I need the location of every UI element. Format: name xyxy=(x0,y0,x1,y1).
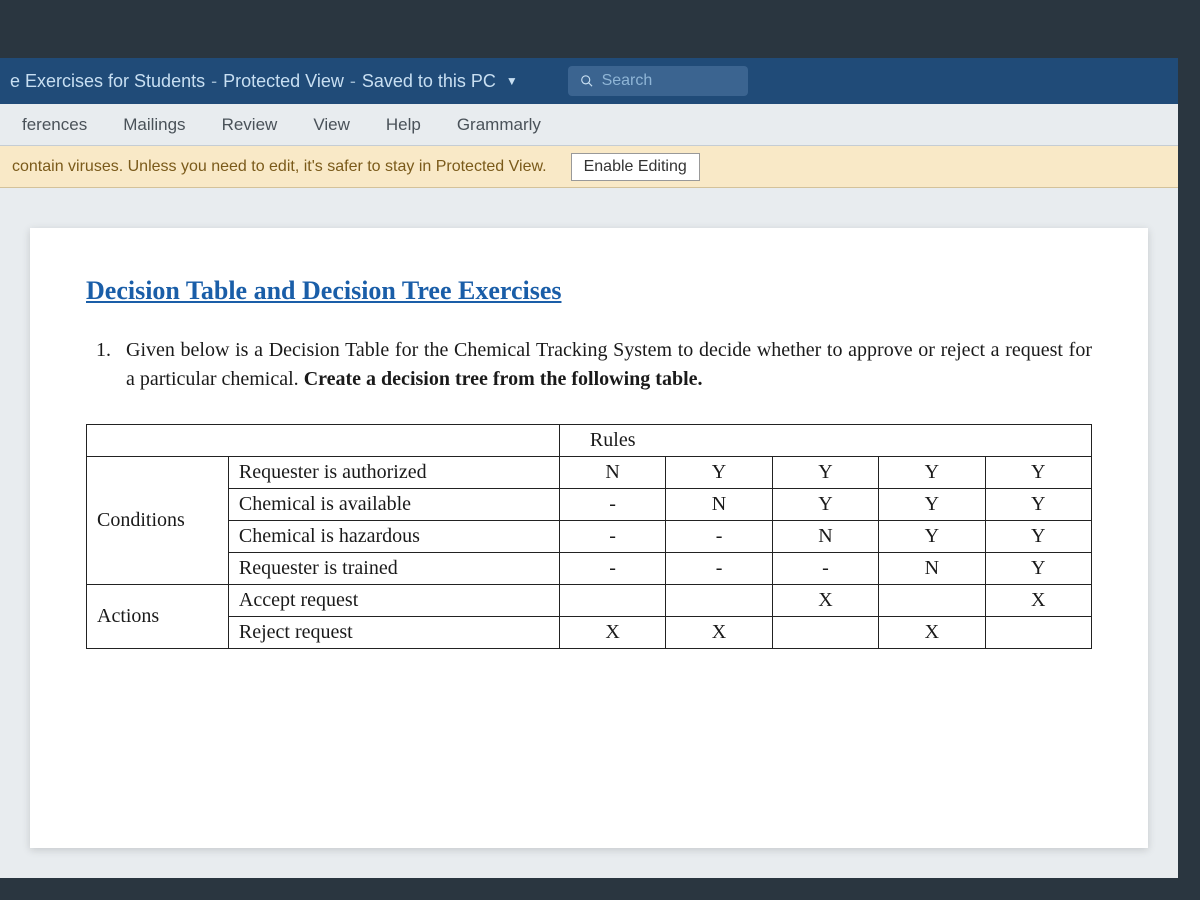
table-cell: N xyxy=(559,457,665,489)
word-app-window: e Exercises for Students - Protected Vie… xyxy=(0,58,1178,878)
title-separator: - xyxy=(211,71,217,92)
search-box[interactable] xyxy=(568,66,748,96)
tab-view[interactable]: View xyxy=(295,104,368,145)
table-cell: Y xyxy=(879,521,985,553)
table-cell: - xyxy=(559,521,665,553)
table-cell: Y xyxy=(772,457,878,489)
question-text-bold: Create a decision tree from the followin… xyxy=(304,368,703,390)
table-cell: - xyxy=(559,553,665,585)
table-cell xyxy=(879,585,985,617)
table-row: Reject request X X X xyxy=(87,617,1092,649)
enable-editing-button[interactable]: Enable Editing xyxy=(571,153,700,181)
tab-references[interactable]: ferences xyxy=(4,104,105,145)
table-cell: Y xyxy=(666,457,772,489)
search-input[interactable] xyxy=(602,72,736,90)
table-cell: X xyxy=(772,585,878,617)
decision-table: Rules Conditions Requester is authorized… xyxy=(86,424,1092,649)
condition-label: Requester is trained xyxy=(228,553,559,585)
document-heading: Decision Table and Decision Tree Exercis… xyxy=(86,276,1092,306)
document-page: Decision Table and Decision Tree Exercis… xyxy=(30,228,1148,848)
document-area: Decision Table and Decision Tree Exercis… xyxy=(0,188,1178,878)
table-cell: N xyxy=(772,521,878,553)
table-cell: - xyxy=(666,553,772,585)
table-cell: - xyxy=(666,521,772,553)
condition-label: Chemical is hazardous xyxy=(228,521,559,553)
table-cell: Y xyxy=(985,457,1091,489)
condition-label: Requester is authorized xyxy=(228,457,559,489)
table-cell: Y xyxy=(985,553,1091,585)
action-label: Accept request xyxy=(228,585,559,617)
table-cell xyxy=(985,617,1091,649)
table-cell: Y xyxy=(985,521,1091,553)
action-label: Reject request xyxy=(228,617,559,649)
tab-mailings[interactable]: Mailings xyxy=(105,104,203,145)
table-row: Actions Accept request X X xyxy=(87,585,1092,617)
actions-group-label: Actions xyxy=(87,585,229,649)
table-cell: X xyxy=(985,585,1091,617)
table-cell: Y xyxy=(985,489,1091,521)
table-cell-empty xyxy=(87,425,560,457)
title-separator: - xyxy=(350,71,356,92)
table-cell: Y xyxy=(772,489,878,521)
tab-review[interactable]: Review xyxy=(204,104,296,145)
protected-view-bar: contain viruses. Unless you need to edit… xyxy=(0,146,1178,188)
chevron-down-icon[interactable]: ▼ xyxy=(506,74,518,88)
conditions-group-label: Conditions xyxy=(87,457,229,585)
document-title: e Exercises for Students - Protected Vie… xyxy=(10,71,518,92)
table-row: Conditions Requester is authorized N Y Y… xyxy=(87,457,1092,489)
table-cell: Y xyxy=(879,489,985,521)
table-cell xyxy=(666,585,772,617)
table-cell: - xyxy=(772,553,878,585)
question-paragraph: 1.Given below is a Decision Table for th… xyxy=(126,336,1092,394)
title-bar: e Exercises for Students - Protected Vie… xyxy=(0,58,1178,104)
search-icon xyxy=(580,73,594,89)
table-row: Requester is trained - - - N Y xyxy=(87,553,1092,585)
table-cell xyxy=(559,585,665,617)
doc-name-text: e Exercises for Students xyxy=(10,71,205,92)
table-cell: - xyxy=(559,489,665,521)
ribbon-tabs: ferences Mailings Review View Help Gramm… xyxy=(0,104,1178,146)
table-cell: N xyxy=(666,489,772,521)
condition-label: Chemical is available xyxy=(228,489,559,521)
table-cell: N xyxy=(879,553,985,585)
table-row: Chemical is available - N Y Y Y xyxy=(87,489,1092,521)
saved-status: Saved to this PC xyxy=(362,71,496,92)
tab-grammarly[interactable]: Grammarly xyxy=(439,104,559,145)
table-cell: X xyxy=(559,617,665,649)
table-row: Rules xyxy=(87,425,1092,457)
rules-header: Rules xyxy=(559,425,1091,457)
tab-help[interactable]: Help xyxy=(368,104,439,145)
protected-view-message: contain viruses. Unless you need to edit… xyxy=(12,158,547,176)
table-cell: Y xyxy=(879,457,985,489)
question-number: 1. xyxy=(96,336,126,365)
table-row: Chemical is hazardous - - N Y Y xyxy=(87,521,1092,553)
protected-view-label: Protected View xyxy=(223,71,344,92)
table-cell: X xyxy=(666,617,772,649)
table-cell xyxy=(772,617,878,649)
table-cell: X xyxy=(879,617,985,649)
